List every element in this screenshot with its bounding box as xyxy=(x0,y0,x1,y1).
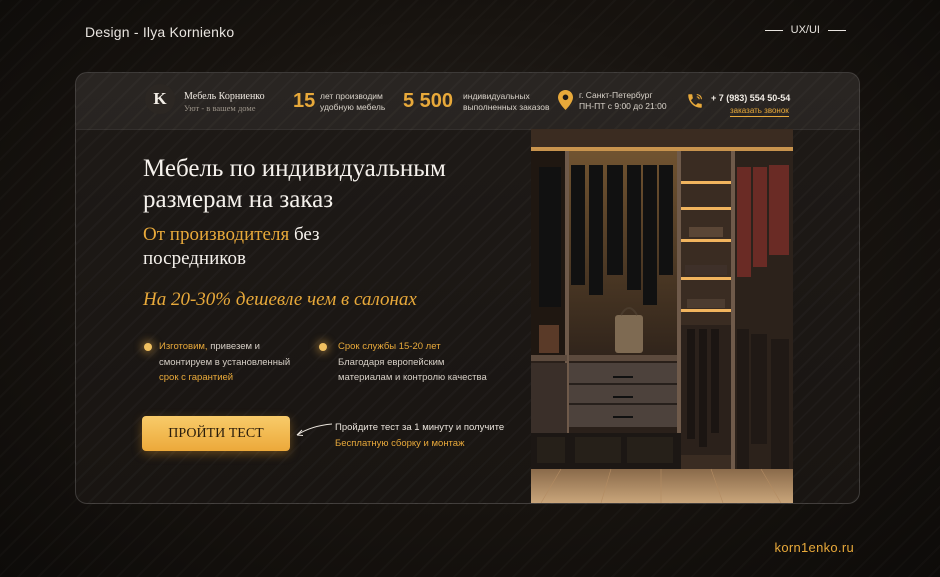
stat-orders-text: индивидуальных выполненных заказов xyxy=(463,91,549,112)
cta-note: Пройдите тест за 1 минуту и получите Бес… xyxy=(335,420,504,452)
feature-lifetime-line3: материалам и контролю качества xyxy=(338,372,487,383)
request-callback-link[interactable]: заказать звонок xyxy=(730,106,789,117)
designer-credit: Design - Ilya Kornienko xyxy=(85,24,235,40)
address-hours: ПН-ПТ с 9:00 до 21:00 xyxy=(579,100,667,111)
feature-bullet-1 xyxy=(144,343,152,351)
brand-tagline: Уют - в вашем доме xyxy=(184,103,256,113)
feature-warranty-line3: срок с гарантией xyxy=(159,372,234,383)
tag-label: UX/UI xyxy=(790,24,820,36)
hero-subtitle-highlight: От производителя xyxy=(143,224,290,245)
brand-name: Мебель Корниенко xyxy=(184,91,265,102)
stat-years-number: 15 xyxy=(293,90,316,112)
phone-icon xyxy=(688,94,702,108)
wardrobe-illustration xyxy=(531,129,793,503)
phone-number[interactable]: + 7 (983) 554 50-54 xyxy=(711,93,790,103)
hero-subtitle-line2: посредников xyxy=(143,248,246,269)
feature-lifetime-highlight: Срок службы 15-20 лет xyxy=(338,341,441,352)
landing-page-frame: K Мебель Корниенко Уют - в вашем доме 15… xyxy=(75,72,860,504)
cta-note-line1: Пройдите тест за 1 минуту и получите xyxy=(335,422,505,433)
feature-bullet-2 xyxy=(319,343,327,351)
stat-orders-line2: выполненных заказов xyxy=(463,101,550,112)
feature-warranty: Изготовим, привезем и смонтируем в устан… xyxy=(159,339,290,386)
hero-title-line1: Мебель по индивидуальным xyxy=(143,155,446,182)
category-tag: UX/UI xyxy=(764,24,846,36)
stat-years-line1: лет производим xyxy=(320,91,383,101)
address-city: г. Санкт-Петербург xyxy=(579,90,653,100)
hero-subtitle-rest: без xyxy=(293,224,320,245)
hero-subtitle: От производителя без посредников xyxy=(143,223,403,271)
stat-years-line2: удобную мебель xyxy=(320,101,386,112)
take-test-button[interactable]: ПРОЙТИ ТЕСТ xyxy=(142,416,290,451)
feature-warranty-highlight: Изготовим, xyxy=(159,341,208,352)
feature-warranty-line2: смонтируем в установленный xyxy=(159,356,291,368)
cta-note-line2: Бесплатную сборку и монтаж xyxy=(335,438,465,449)
logo-badge[interactable]: K xyxy=(145,84,175,114)
tag-line-right xyxy=(828,29,846,31)
feature-warranty-rest: привезем и xyxy=(210,341,260,352)
site-header: K Мебель Корниенко Уют - в вашем доме 15… xyxy=(76,73,859,130)
site-link[interactable]: korn1enko.ru xyxy=(775,540,854,555)
location-pin-icon xyxy=(558,90,573,110)
stat-years-text: лет производим удобную мебель xyxy=(320,91,385,112)
arrow-icon xyxy=(296,423,333,436)
feature-lifetime: Срок службы 15-20 лет Благодаря европейс… xyxy=(338,339,487,386)
hero-promo: На 20-30% дешевле чем в салонах xyxy=(143,289,417,310)
stat-orders-line1: индивидуальных xyxy=(463,91,530,101)
address-block: г. Санкт-Петербург ПН-ПТ с 9:00 до 21:00 xyxy=(579,90,667,111)
hero-title: Мебель по индивидуальным размерам на зак… xyxy=(143,153,523,215)
stat-orders-number: 5 500 xyxy=(403,90,454,112)
wardrobe-photo xyxy=(531,129,793,503)
hero-title-line2: размерам на заказ xyxy=(143,186,334,213)
feature-lifetime-line2: Благодаря европейским xyxy=(338,356,445,368)
tag-line-left xyxy=(764,29,783,31)
